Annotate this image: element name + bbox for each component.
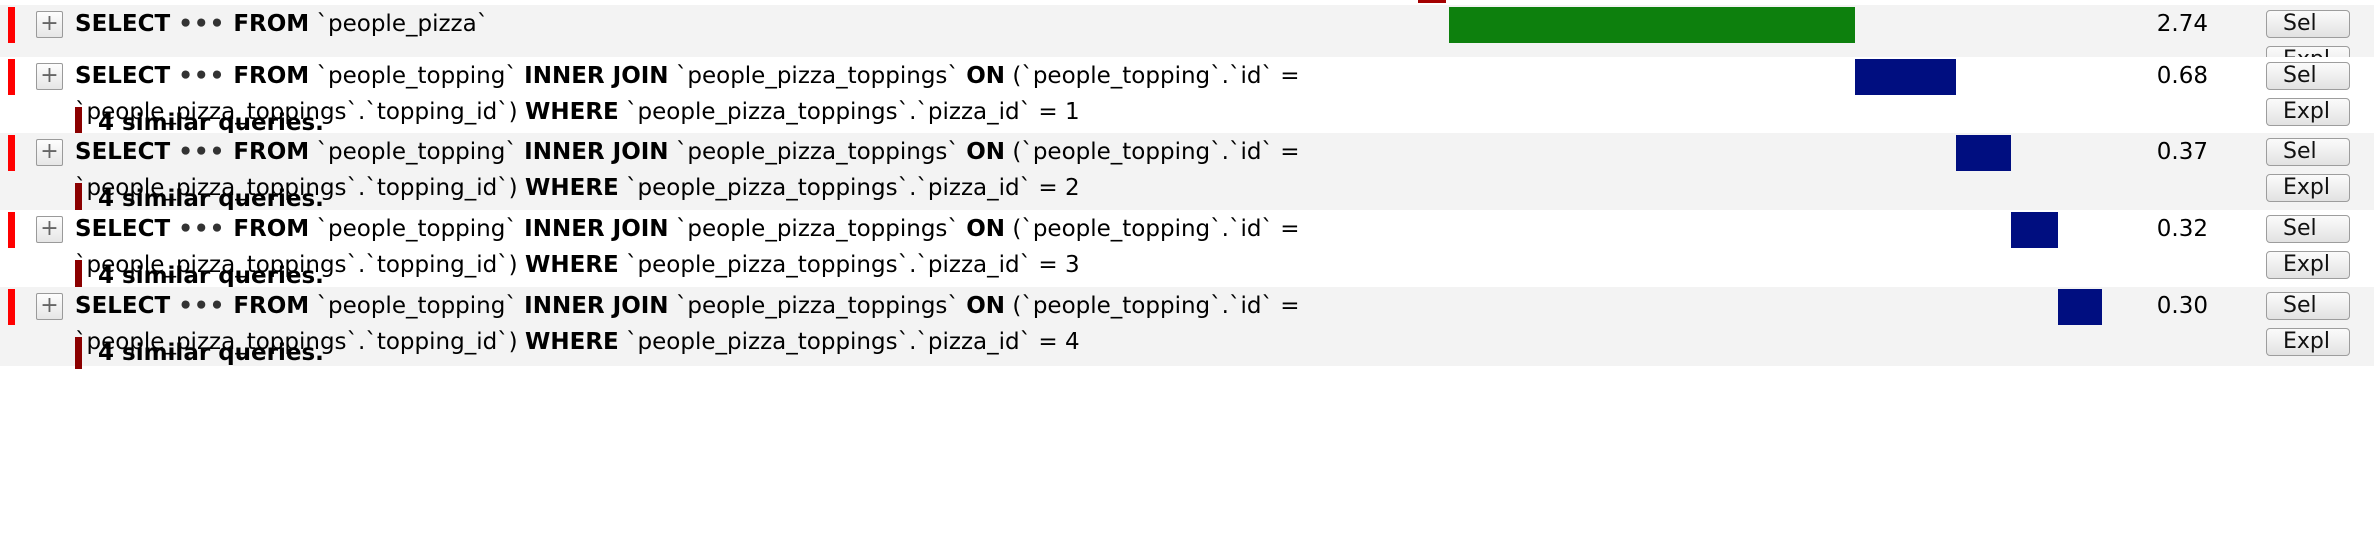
select-button[interactable]: Sel [2266, 138, 2350, 166]
query-row: +SELECT•••FROM `people_pizza`2.74SelExpl [0, 5, 2374, 74]
sql-text: `people_topping` [309, 216, 525, 242]
sql-query-panel: +SELECT•••FROM `people_pizza`2.74SelExpl… [0, 0, 2374, 548]
sql-keyword: SELECT [75, 293, 171, 319]
sql-text: `people_pizza` [309, 11, 489, 37]
sql-text: `people_pizza_toppings`.`pizza_id` = 3 [618, 252, 1080, 278]
sql-text: `people_pizza_toppings` [668, 216, 967, 242]
row-indicator [8, 212, 15, 248]
sql-text: (`people_topping`.`id` = [1005, 139, 1300, 165]
sql-line-1: SELECT ••• FROM `people_topping` INNER JOI… [75, 288, 1300, 324]
sql-keyword: INNER JOIN [524, 63, 669, 89]
collapsed-columns-ellipsis[interactable]: ••• [170, 63, 233, 89]
select-button[interactable]: Sel [2266, 62, 2350, 90]
sql-text: `people_pizza_toppings` [668, 63, 967, 89]
query-time: 0.32 [2156, 216, 2208, 242]
sql-keyword: SELECT [75, 11, 171, 37]
explain-button[interactable]: Expl [2266, 328, 2350, 356]
select-button[interactable]: Sel [2266, 10, 2350, 38]
sql-text: `people_pizza_toppings` [668, 139, 967, 165]
sql-keyword: FROM [233, 216, 310, 242]
sql-keyword: WHERE [524, 99, 619, 125]
row-indicator [8, 289, 15, 325]
expand-toggle-button[interactable]: + [36, 293, 63, 320]
sql-keyword: FROM [233, 11, 310, 37]
explain-button[interactable]: Expl [2266, 174, 2350, 202]
sql-keyword: FROM [233, 139, 310, 165]
timeline-bar [1855, 59, 1956, 95]
expand-toggle-button[interactable]: + [36, 139, 63, 166]
query-row: + SELECT ••• FROM `people_topping` INNER JO… [0, 133, 2374, 215]
sql-keyword: INNER JOIN [524, 139, 669, 165]
collapsed-columns-ellipsis[interactable]: ••• [170, 11, 233, 37]
sql-keyword: SELECT [75, 139, 171, 165]
sql-text: `people_pizza_toppings` [668, 293, 967, 319]
sql-text: `people_pizza_toppings`.`pizza_id` = 2 [618, 175, 1080, 201]
query-time: 0.68 [2156, 63, 2208, 89]
sql-keyword: SELECT [75, 216, 171, 242]
sql-keyword: INNER JOIN [524, 293, 669, 319]
sql-text: (`people_topping`.`id` = [1005, 63, 1300, 89]
sql-keyword: FROM [233, 63, 310, 89]
timeline-bar [1956, 135, 2011, 171]
sql-line-1: SELECT ••• FROM `people_topping` INNER JOI… [75, 134, 1300, 170]
sql-keyword: WHERE [524, 175, 619, 201]
collapsed-columns-ellipsis[interactable]: ••• [170, 216, 233, 242]
sql-text: (`people_topping`.`id` = [1005, 216, 1300, 242]
sql-keyword: FROM [233, 293, 310, 319]
sql-text: `people_topping` [309, 63, 525, 89]
sql-text: (`people_topping`.`id` = [1005, 293, 1300, 319]
select-button[interactable]: Sel [2266, 215, 2350, 243]
query-row: + SELECT ••• FROM `people_topping` INNER JO… [0, 210, 2374, 292]
row-indicator [8, 7, 15, 43]
explain-button[interactable]: Expl [2266, 98, 2350, 126]
sql-line-1: SELECT ••• FROM `people_topping` INNER JOI… [75, 211, 1300, 247]
sql-keyword: ON [966, 216, 1006, 242]
similar-queries-label[interactable]: 4 similar queries. [75, 337, 324, 369]
explain-button[interactable]: Expl [2266, 251, 2350, 279]
expand-toggle-button[interactable]: + [36, 11, 63, 38]
row-indicator [8, 59, 15, 95]
sql-line-1: SELECT ••• FROM `people_topping` INNER JOI… [75, 58, 1300, 94]
sql-text: `people_topping` [309, 139, 525, 165]
sql-keyword: WHERE [524, 252, 619, 278]
query-row: + SELECT ••• FROM `people_topping` INNER JO… [0, 287, 2374, 369]
collapsed-columns-ellipsis[interactable]: ••• [170, 293, 233, 319]
sql-text: `people_topping` [309, 293, 525, 319]
sql-keyword: WHERE [524, 329, 619, 355]
sql-keyword: SELECT [75, 63, 171, 89]
timeline-marker [1418, 0, 1446, 3]
sql-text: `people_pizza_toppings`.`pizza_id` = 1 [618, 99, 1080, 125]
query-time: 0.37 [2156, 139, 2208, 165]
query-time: 0.30 [2156, 293, 2208, 319]
expand-toggle-button[interactable]: + [36, 63, 63, 90]
sql-keyword: ON [966, 63, 1006, 89]
expand-toggle-button[interactable]: + [36, 216, 63, 243]
collapsed-columns-ellipsis[interactable]: ••• [170, 139, 233, 165]
sql-line-1: SELECT ••• FROM `people_pizza` [75, 6, 488, 42]
select-button[interactable]: Sel [2266, 292, 2350, 320]
query-row: + SELECT ••• FROM `people_topping` INNER JO… [0, 57, 2374, 139]
sql-keyword: INNER JOIN [524, 216, 669, 242]
sql-keyword: ON [966, 293, 1006, 319]
sql-keyword: ON [966, 139, 1006, 165]
sql-text: `people_pizza_toppings`.`pizza_id` = 4 [618, 329, 1080, 355]
row-indicator [8, 135, 15, 171]
query-time: 2.74 [2156, 11, 2208, 37]
timeline-bar [1449, 7, 1855, 43]
timeline-bar [2011, 212, 2058, 248]
